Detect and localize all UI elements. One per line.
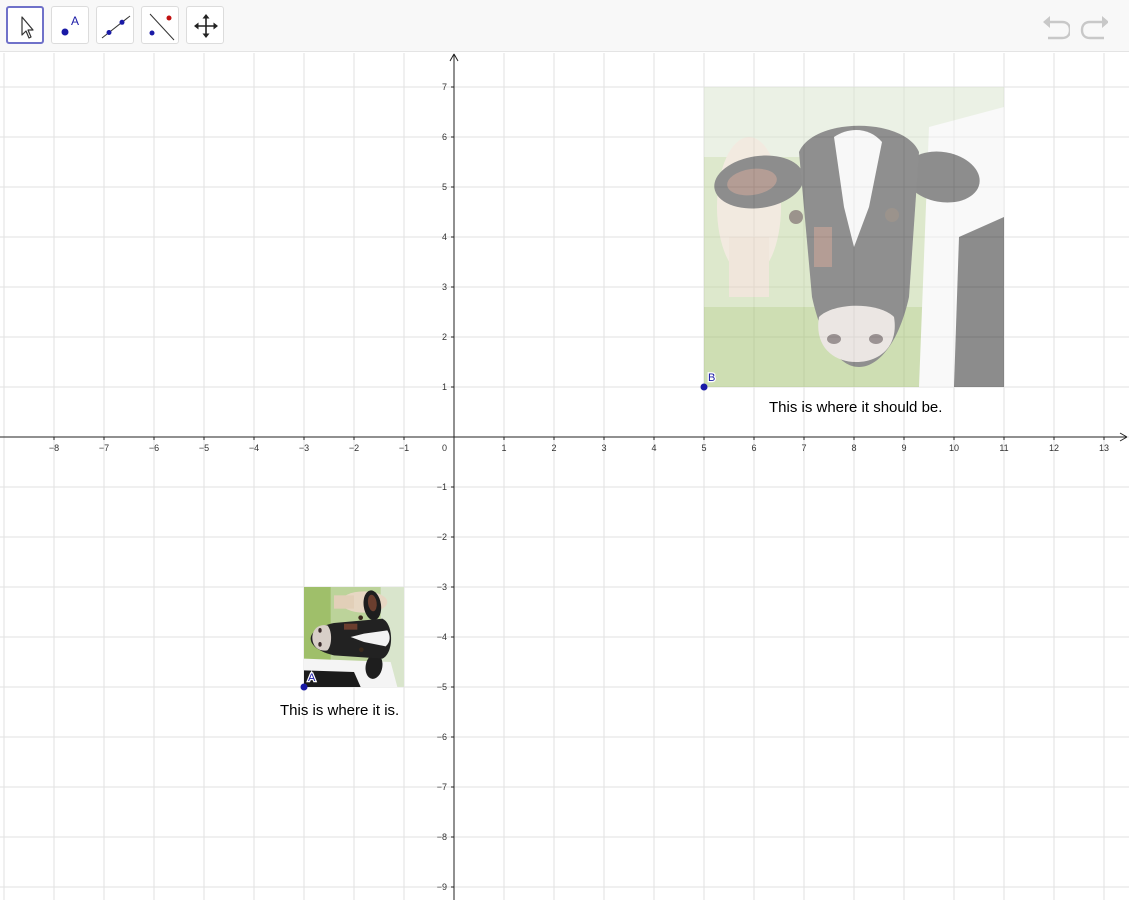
cow-photo-rotated-icon [304,587,404,687]
x-tick-label: 8 [851,443,856,453]
line-tool-button[interactable] [96,6,134,44]
x-tick-label: 12 [1049,443,1059,453]
y-tick-label: 1 [442,382,447,392]
perpendicular-tool-button[interactable] [141,6,179,44]
x-tick-label: 11 [999,443,1008,453]
y-tick-label: 4 [442,232,447,242]
y-tick-label: 3 [442,282,447,292]
x-tick-label: −2 [349,443,359,453]
x-tick-label: −6 [149,443,159,453]
y-tick-label: −9 [437,882,447,892]
point-b[interactable] [700,383,708,391]
perpendicular-line-icon [149,13,175,41]
y-tick-label: −8 [437,832,447,842]
svg-text:A: A [71,14,79,28]
y-tick-label: −5 [437,682,447,692]
cow-image-current[interactable] [304,587,404,687]
y-tick-label: 7 [442,82,447,92]
point-label-b: B [708,372,715,384]
origin-label: 0 [442,443,447,453]
y-tick-label: −4 [437,632,447,642]
move-graphics-view-tool-button[interactable] [186,6,224,44]
y-tick-label: −2 [437,532,447,542]
x-tick-label: 10 [949,443,959,453]
y-tick-label: −1 [437,482,447,492]
text-where-it-should-be[interactable]: This is where it should be. [769,399,942,416]
x-tick-label: −7 [99,443,109,453]
y-tick-label: 6 [442,132,447,142]
x-tick-label: −5 [199,443,209,453]
four-way-arrows-icon [194,14,218,38]
point-tool-button[interactable]: A [51,6,89,44]
cow-image-target[interactable] [704,87,1004,387]
y-tick-label: 2 [442,332,447,342]
undo-icon[interactable] [1042,13,1070,41]
x-tick-label: −8 [49,443,59,453]
y-tick-label: 5 [442,182,447,192]
move-tool-button[interactable] [6,6,44,44]
x-tick-label: 2 [551,443,556,453]
point-with-label-icon: A [61,14,79,36]
y-tick-label: −7 [437,782,447,792]
arrow-pointer-icon [21,16,34,39]
toolbar: A [0,0,1129,52]
cow-photo-icon [704,87,1004,387]
x-tick-label: 5 [701,443,706,453]
x-tick-label: −4 [249,443,259,453]
x-tick-label: 13 [1099,443,1109,453]
line-through-two-points-icon [101,15,131,39]
point-a[interactable] [300,683,308,691]
point-label-a: A [308,672,316,684]
graphics-view[interactable]: −8 −7 −6 −5 −4 −3 −2 −1 1 2 3 4 5 6 7 8 9 10 11 12 137654321… [0,53,1129,900]
x-tick-label: −3 [299,443,309,453]
redo-icon[interactable] [1080,13,1108,41]
y-tick-label: −6 [437,732,447,742]
x-tick-label: 9 [901,443,906,453]
x-tick-label: 3 [601,443,606,453]
x-tick-label: 4 [651,443,656,453]
y-tick-label: −3 [437,582,447,592]
text-where-it-is[interactable]: This is where it is. [280,702,399,719]
x-tick-label: 1 [501,443,506,453]
x-tick-label: 6 [751,443,756,453]
x-tick-label: −1 [399,443,409,453]
x-tick-label: 7 [801,443,806,453]
